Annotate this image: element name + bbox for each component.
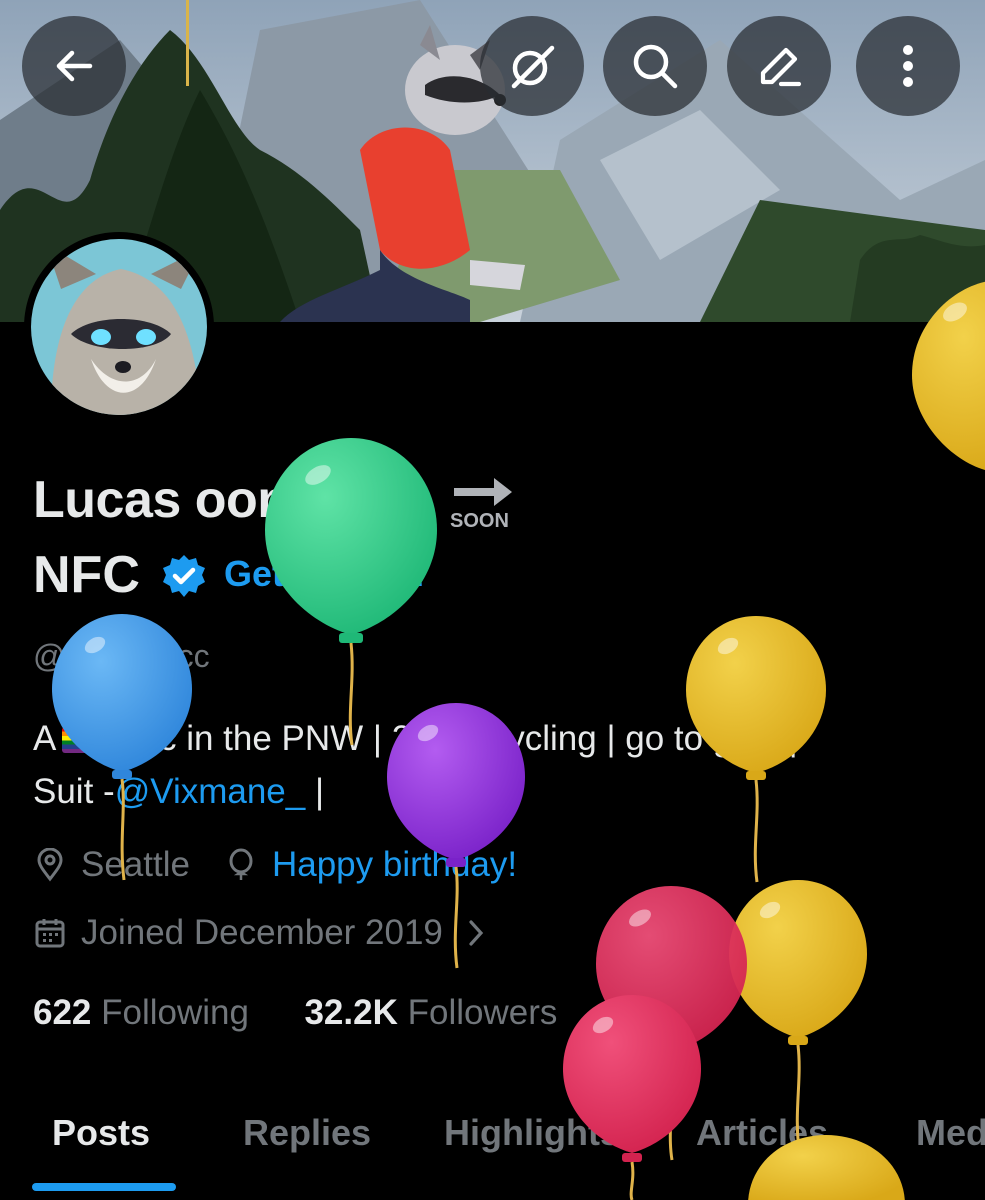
balloon-yellow — [748, 1135, 905, 1200]
balloon-yellow — [912, 281, 985, 470]
balloon-blue — [52, 614, 192, 881]
profile-screen: Lucas oonRacc SOON NFC Get Verified @ooo… — [0, 0, 985, 1200]
birthday-balloons-overlay — [52, 281, 985, 1200]
balloon-yellow — [729, 880, 867, 1151]
balloon-purple — [387, 703, 525, 969]
balloon-green — [265, 438, 437, 746]
balloon-red — [563, 995, 701, 1200]
balloon-yellow — [686, 616, 826, 883]
